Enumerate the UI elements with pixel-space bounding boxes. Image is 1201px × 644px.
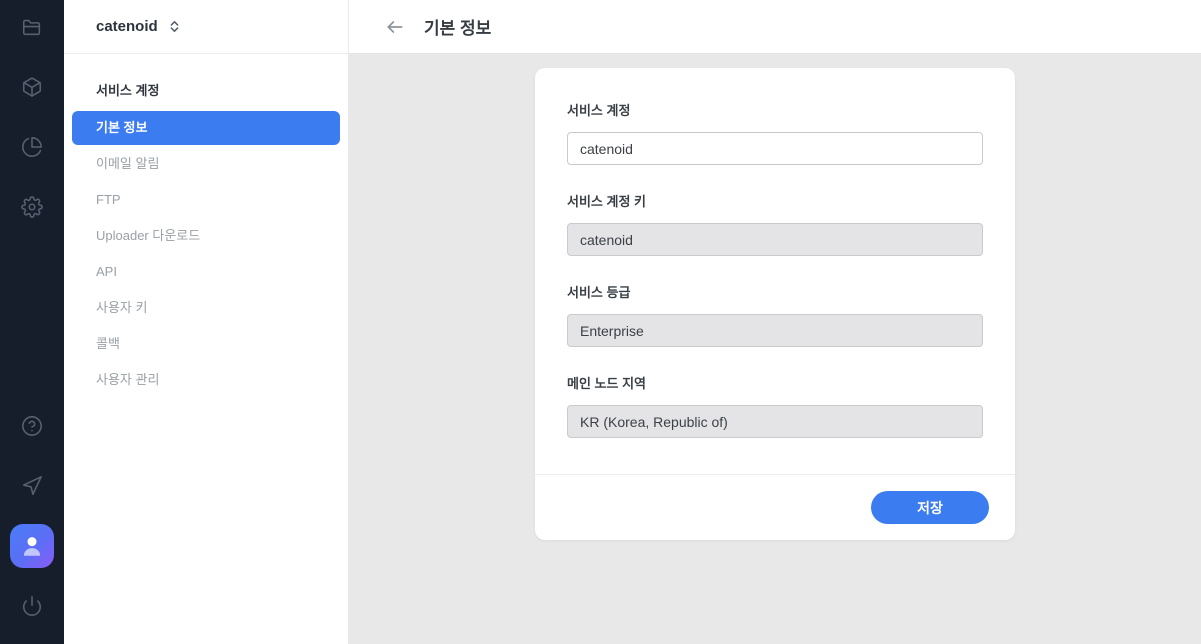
service-account-key-input — [567, 223, 983, 256]
main-area: 기본 정보 서비스 계정 서비스 계정 키 서비스 등급 — [349, 0, 1201, 644]
rail-top-group — [21, 0, 43, 218]
sidebar-item-user-key[interactable]: 사용자 키 — [72, 290, 340, 326]
packages-button[interactable] — [21, 76, 43, 98]
service-tier-input — [567, 314, 983, 347]
service-account-key-label: 서비스 계정 키 — [567, 191, 983, 210]
sidebar-item-callback[interactable]: 콜백 — [72, 326, 340, 362]
send-icon — [21, 475, 43, 497]
form-field: 메인 노드 지역 — [567, 373, 983, 438]
save-button[interactable]: 저장 — [871, 491, 989, 524]
projects-button[interactable] — [21, 16, 43, 38]
workspace-name: catenoid — [96, 18, 158, 35]
form-field: 서비스 등급 — [567, 282, 983, 347]
send-button[interactable] — [21, 475, 43, 497]
form-field: 서비스 계정 — [567, 100, 983, 165]
user-avatar[interactable] — [10, 524, 54, 568]
settings-button[interactable] — [21, 196, 43, 218]
sidebar-item-ftp[interactable]: FTP — [72, 182, 340, 218]
settings-sidebar: catenoid 서비스 계정 기본 정보 이메일 알림 FTP Uploade… — [64, 0, 349, 644]
basic-info-card: 서비스 계정 서비스 계정 키 서비스 등급 메인 노드 지역 — [535, 68, 1015, 540]
basic-info-form: 서비스 계정 서비스 계정 키 서비스 등급 메인 노드 지역 — [535, 68, 1015, 474]
pie-chart-icon — [21, 136, 43, 158]
chevron-updown-icon — [167, 19, 182, 34]
settings-menu: 서비스 계정 기본 정보 이메일 알림 FTP Uploader 다운로드 AP… — [64, 54, 348, 398]
back-button[interactable] — [385, 17, 405, 37]
page-header: 기본 정보 — [349, 0, 1201, 54]
menu-section-title: 서비스 계정 — [72, 80, 340, 99]
icon-rail — [0, 0, 64, 644]
arrow-left-icon — [385, 17, 405, 37]
main-node-region-input — [567, 405, 983, 438]
help-icon — [21, 415, 43, 437]
page-title: 기본 정보 — [424, 14, 491, 39]
folder-icon — [21, 16, 43, 38]
service-account-input[interactable] — [567, 132, 983, 165]
rail-bottom-group — [10, 415, 54, 644]
service-tier-label: 서비스 등급 — [567, 282, 983, 301]
sidebar-item-email-alerts[interactable]: 이메일 알림 — [72, 146, 340, 182]
person-icon — [19, 533, 45, 559]
sidebar-item-uploader-download[interactable]: Uploader 다운로드 — [72, 218, 340, 254]
workspace-selector[interactable]: catenoid — [64, 0, 348, 54]
app-window: catenoid 서비스 계정 기본 정보 이메일 알림 FTP Uploade… — [0, 0, 1201, 644]
service-account-label: 서비스 계정 — [567, 100, 983, 119]
card-footer: 저장 — [535, 474, 1015, 540]
sidebar-item-user-management[interactable]: 사용자 관리 — [72, 362, 340, 398]
content-area: 서비스 계정 서비스 계정 키 서비스 등급 메인 노드 지역 — [349, 54, 1201, 644]
help-button[interactable] — [21, 415, 43, 437]
form-field: 서비스 계정 키 — [567, 191, 983, 256]
gear-icon — [21, 196, 43, 218]
power-icon — [21, 595, 43, 617]
cube-icon — [21, 76, 43, 98]
main-node-region-label: 메인 노드 지역 — [567, 373, 983, 392]
logout-button[interactable] — [21, 595, 43, 617]
sidebar-item-api[interactable]: API — [72, 254, 340, 290]
analytics-button[interactable] — [21, 136, 43, 158]
sidebar-item-basic-info[interactable]: 기본 정보 — [72, 111, 340, 145]
